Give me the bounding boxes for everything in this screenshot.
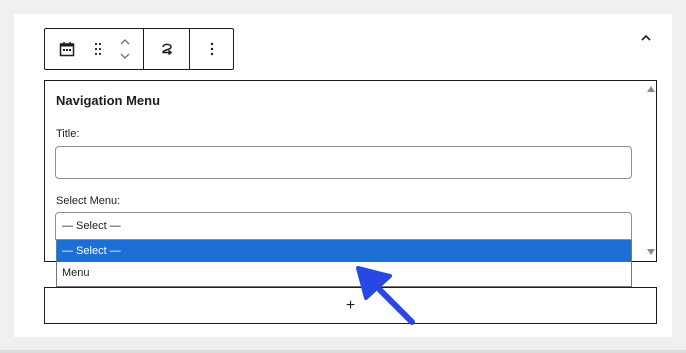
widget-title: Navigation Menu	[56, 93, 161, 108]
calendar-icon[interactable]	[45, 29, 89, 69]
select-menu-dropdown[interactable]: — Select —	[55, 212, 632, 240]
option-menu[interactable]: Menu	[57, 262, 631, 284]
option-select[interactable]: — Select —	[57, 240, 631, 262]
toolbar-group-block	[45, 29, 144, 69]
annotation-arrow-icon	[356, 266, 415, 325]
title-input[interactable]	[55, 146, 632, 179]
navigation-menu-widget: Navigation Menu Title: Select Menu: — Se…	[44, 80, 657, 262]
drag-handle-icon[interactable]	[89, 29, 107, 69]
select-menu-options: — Select — Menu	[56, 240, 632, 287]
block-toolbar	[44, 28, 234, 70]
title-label: Title:	[56, 128, 80, 140]
transform-icon[interactable]	[144, 29, 189, 69]
toolbar-group-options	[190, 29, 233, 69]
select-menu-label: Select Menu:	[56, 195, 121, 207]
more-options-icon[interactable]	[190, 29, 233, 69]
scroll-up-arrow-icon[interactable]	[647, 86, 655, 92]
scrollbar[interactable]	[646, 81, 656, 261]
chevron-up-icon[interactable]	[636, 28, 656, 48]
move-up-down-icon[interactable]	[107, 29, 143, 69]
toolbar-group-transform	[144, 29, 190, 69]
scroll-down-arrow-icon[interactable]	[647, 249, 655, 255]
